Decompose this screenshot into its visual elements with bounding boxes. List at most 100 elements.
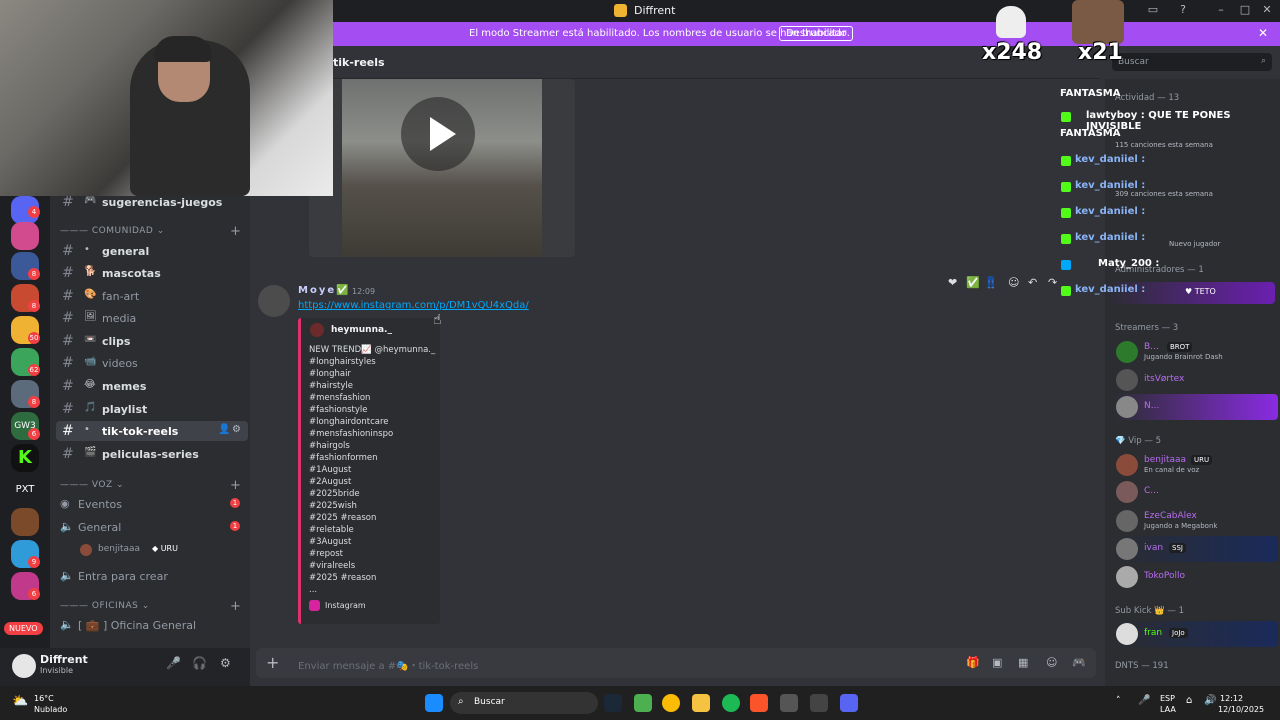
kick-badge-icon: [1061, 182, 1071, 192]
chat-message: :: [1141, 206, 1146, 217]
reply-icon[interactable]: ↶: [1028, 276, 1037, 289]
spotify-icon[interactable]: [722, 694, 740, 712]
voice-badge: 1: [230, 498, 240, 508]
taskbar-search[interactable]: ⌕ Buscar: [450, 692, 598, 714]
message-composer[interactable]: + Enviar mensaje a #🎭・tik-tok-reels 🎁 ▣ …: [256, 648, 1096, 678]
hash-icon: #: [62, 243, 74, 259]
chat-user: lawtyboy: [1086, 110, 1138, 121]
disable-streamer-button[interactable]: Deshabilitar: [779, 26, 854, 41]
avatar[interactable]: [12, 654, 36, 678]
voice-create[interactable]: 🔈 Entra para crear: [56, 566, 246, 586]
microphone-icon[interactable]: 🎤: [166, 656, 181, 670]
category-comunidad[interactable]: ——— COMUNIDAD ⌄ +: [60, 224, 241, 239]
clock-time[interactable]: 12:12: [1220, 694, 1243, 703]
close-banner-icon[interactable]: ✕: [1258, 26, 1268, 40]
category-voz[interactable]: ——— VOZ ⌄ +: [60, 478, 241, 493]
inbox-icon[interactable]: ▭: [1144, 3, 1162, 16]
gear-icon[interactable]: ⚙: [232, 424, 241, 435]
maximize-button[interactable]: □: [1236, 3, 1254, 16]
emoji-reaction-icon[interactable]: 👖: [984, 276, 998, 289]
user-tag: ◆ URU: [152, 544, 178, 553]
server-pxt[interactable]: PXT: [11, 476, 39, 504]
close-window-button[interactable]: ✕: [1258, 3, 1276, 16]
minecraft-icon[interactable]: [634, 694, 652, 712]
game-icon[interactable]: 🎮: [1072, 656, 1086, 669]
user-name: Diffrent: [40, 653, 88, 666]
member-name: itsVørtex: [1144, 374, 1185, 384]
attach-icon[interactable]: +: [266, 653, 279, 672]
kick-badge-icon: [1061, 286, 1071, 296]
app-icon[interactable]: [810, 694, 828, 712]
discord-icon[interactable]: [840, 694, 858, 712]
channel-tik-tok-reels[interactable]: # • tik-tok-reels 👤 ⚙: [56, 421, 248, 441]
voice-oficina-general[interactable]: 🔈 [ 💼 ] Oficina General: [56, 615, 246, 635]
server-icon[interactable]: [11, 508, 39, 536]
volume-icon[interactable]: 🔊: [1204, 695, 1216, 706]
microphone-icon[interactable]: 🎤: [1138, 695, 1150, 706]
channel-emoji-icon: •: [84, 244, 90, 255]
steam-icon[interactable]: [604, 694, 622, 712]
voice-channel-name: Entra para crear: [78, 570, 168, 583]
add-channel-icon[interactable]: +: [230, 224, 241, 239]
member-row[interactable]: itsVørtex: [1113, 367, 1278, 393]
search-input[interactable]: Buscar ⌕: [1112, 53, 1272, 71]
play-icon[interactable]: [401, 97, 475, 171]
heart-reaction-icon[interactable]: ❤: [948, 276, 957, 289]
member-row[interactable]: fran JoJo: [1113, 621, 1278, 647]
member-row[interactable]: EzeCabAlex Jugando a Megabonk: [1113, 508, 1278, 534]
gift-icon[interactable]: 🎁: [966, 656, 980, 669]
help-icon[interactable]: ?: [1174, 3, 1192, 16]
member-row[interactable]: TokoPollo: [1113, 564, 1278, 590]
speaker-icon: 🔈: [60, 618, 74, 631]
app-icon[interactable]: [780, 694, 798, 712]
member-row[interactable]: N...: [1113, 394, 1278, 420]
sticker-icon[interactable]: ▦: [1018, 656, 1028, 669]
voice-channel-general[interactable]: 🔈 General 1: [56, 517, 246, 537]
embed-footer: Instagram: [325, 601, 366, 610]
video-embed[interactable]: [309, 79, 575, 257]
network-icon[interactable]: ⌂: [1186, 695, 1192, 706]
clock-date[interactable]: 12/10/2025: [1218, 705, 1264, 714]
channel-emoji-icon: 🐕: [84, 266, 97, 277]
add-channel-icon[interactable]: +: [230, 478, 241, 493]
member-row[interactable]: C...: [1113, 479, 1278, 505]
start-button-icon[interactable]: [425, 694, 443, 712]
speaker-icon: 🔈: [60, 569, 74, 582]
language[interactable]: ESP: [1160, 694, 1175, 703]
category-oficinas[interactable]: ——— OFICINAS ⌄ +: [60, 599, 241, 614]
webcam-overlay: [0, 0, 333, 196]
minimize-button[interactable]: –: [1212, 3, 1230, 16]
avatar[interactable]: [258, 285, 290, 317]
gear-icon[interactable]: ⚙: [220, 656, 231, 670]
invite-icon[interactable]: 👤: [218, 424, 230, 435]
message-author[interactable]: Moye: [298, 285, 336, 296]
add-reaction-icon[interactable]: ☺: [1008, 276, 1019, 289]
brave-icon[interactable]: [750, 694, 768, 712]
voice-channel-eventos[interactable]: ◉ Eventos 1: [56, 494, 246, 514]
new-badge[interactable]: NUEVO: [4, 622, 43, 635]
message-link[interactable]: https://www.instagram.com/p/DM1vQU4xQda/: [298, 300, 529, 311]
instagram-embed: heymunna._ NEW TREND📈 @heymunna._ #longh…: [298, 318, 440, 624]
chat-line: kev_daniiel :: [1058, 228, 1280, 252]
emoji-icon[interactable]: ☺: [1046, 656, 1057, 669]
message-area: Moye ✅ 12:09 https://www.instagram.com/p…: [250, 79, 1100, 627]
folder-icon[interactable]: [692, 694, 710, 712]
embed-author[interactable]: heymunna._: [331, 325, 392, 335]
voice-channel-name: General: [78, 521, 122, 534]
member-status: En canal de voz: [1144, 466, 1200, 474]
chevron-up-icon[interactable]: ˄: [1116, 696, 1121, 706]
voice-user-name: benjitaaa: [98, 544, 141, 554]
member-row[interactable]: benjitaaa URU En canal de voz: [1113, 452, 1278, 478]
server-icon[interactable]: [11, 222, 39, 250]
member-row[interactable]: B... BROT Jugando Brainrot Dash: [1113, 339, 1278, 365]
member-status: Jugando a Megabonk: [1144, 522, 1218, 530]
member-row[interactable]: ivan SSJ: [1113, 536, 1278, 562]
headphones-icon[interactable]: 🎧: [192, 656, 207, 670]
check-reaction-icon[interactable]: ✅: [966, 276, 980, 289]
add-channel-icon[interactable]: +: [230, 599, 241, 614]
voice-user[interactable]: benjitaaa ◆ URU: [76, 540, 266, 560]
forward-icon[interactable]: ↷: [1048, 276, 1057, 289]
chrome-icon[interactable]: [662, 694, 680, 712]
gif-icon[interactable]: ▣: [992, 656, 1002, 669]
kick-server-icon[interactable]: K: [11, 444, 39, 472]
